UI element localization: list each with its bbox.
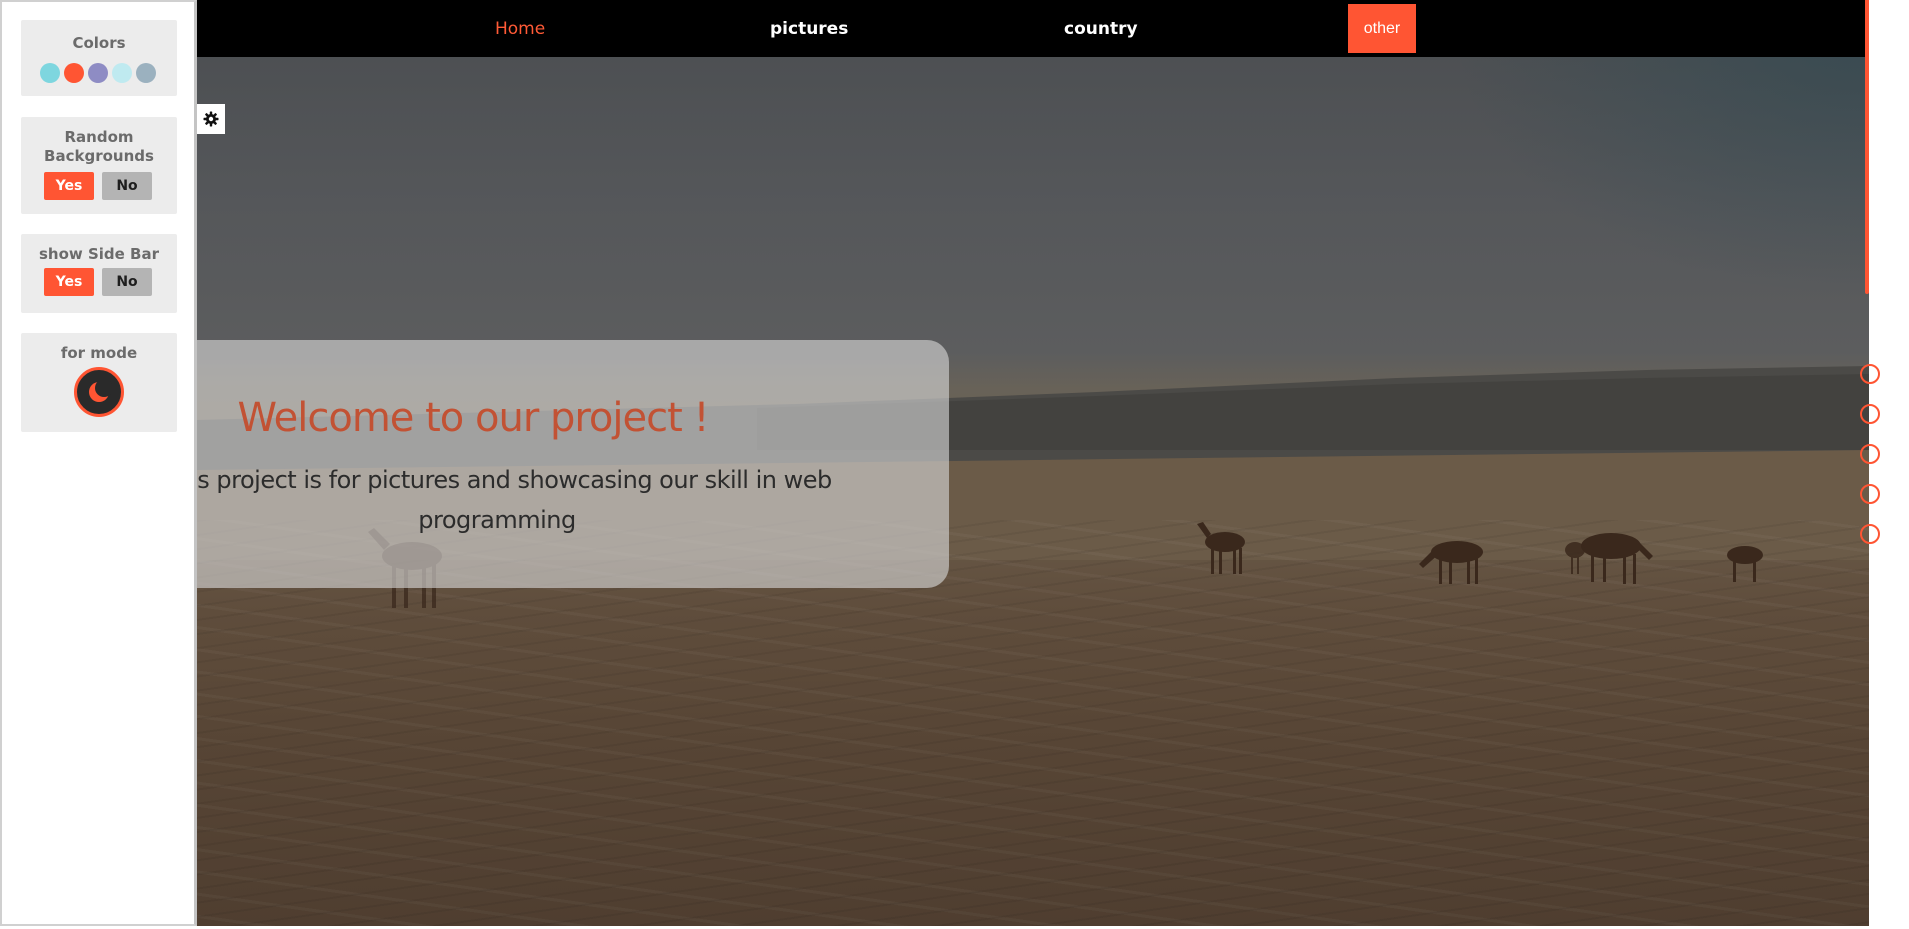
nav-button-other[interactable]: other bbox=[1348, 4, 1416, 53]
dark-mode-toggle[interactable] bbox=[74, 367, 124, 417]
side-bar-title: show Side Bar bbox=[38, 245, 160, 263]
scroll-progress-bar bbox=[1865, 0, 1869, 294]
welcome-title: Welcome to our project ! bbox=[237, 395, 709, 441]
welcome-box: Welcome to our project ! This project is… bbox=[197, 340, 949, 588]
side-bar-option-box: show Side Bar Yes No bbox=[21, 234, 177, 313]
gear-icon bbox=[203, 111, 219, 127]
color-swatch[interactable] bbox=[136, 63, 156, 83]
settings-panel: Colors Random Backgrounds Yes No show Si… bbox=[0, 0, 197, 926]
color-swatch[interactable] bbox=[112, 63, 132, 83]
color-swatch[interactable] bbox=[88, 63, 108, 83]
nav-bullet[interactable] bbox=[1860, 404, 1880, 424]
nav-link-country[interactable]: country bbox=[1064, 0, 1138, 57]
nav-bullet[interactable] bbox=[1860, 364, 1880, 384]
colors-title: Colors bbox=[72, 34, 126, 52]
welcome-text: This project is for pictures and showcas… bbox=[197, 466, 832, 534]
random-backgrounds-option-box: Random Backgrounds Yes No bbox=[21, 117, 177, 214]
nav-bullet[interactable] bbox=[1860, 484, 1880, 504]
scrollbar-track[interactable] bbox=[1869, 0, 1909, 929]
moon-icon bbox=[89, 379, 112, 402]
nav-bullet[interactable] bbox=[1860, 524, 1880, 544]
settings-toggle[interactable] bbox=[197, 104, 225, 134]
nav-bullet[interactable] bbox=[1860, 444, 1880, 464]
color-swatch[interactable] bbox=[64, 63, 84, 83]
nav-link-pictures[interactable]: pictures bbox=[770, 0, 848, 57]
random-backgrounds-no-button[interactable]: No bbox=[102, 172, 152, 200]
side-bar-yes-button[interactable]: Yes bbox=[44, 268, 94, 296]
random-backgrounds-title: Random Backgrounds bbox=[44, 128, 154, 165]
color-swatch[interactable] bbox=[40, 63, 60, 83]
mode-title: for mode bbox=[60, 344, 138, 362]
colors-option-box: Colors bbox=[21, 20, 177, 96]
mode-option-box: for mode bbox=[21, 333, 177, 432]
side-bar-no-button[interactable]: No bbox=[102, 268, 152, 296]
top-navbar: Home pictures country other bbox=[197, 0, 1869, 57]
nav-link-home[interactable]: Home bbox=[495, 0, 545, 57]
random-backgrounds-yes-button[interactable]: Yes bbox=[44, 172, 94, 200]
